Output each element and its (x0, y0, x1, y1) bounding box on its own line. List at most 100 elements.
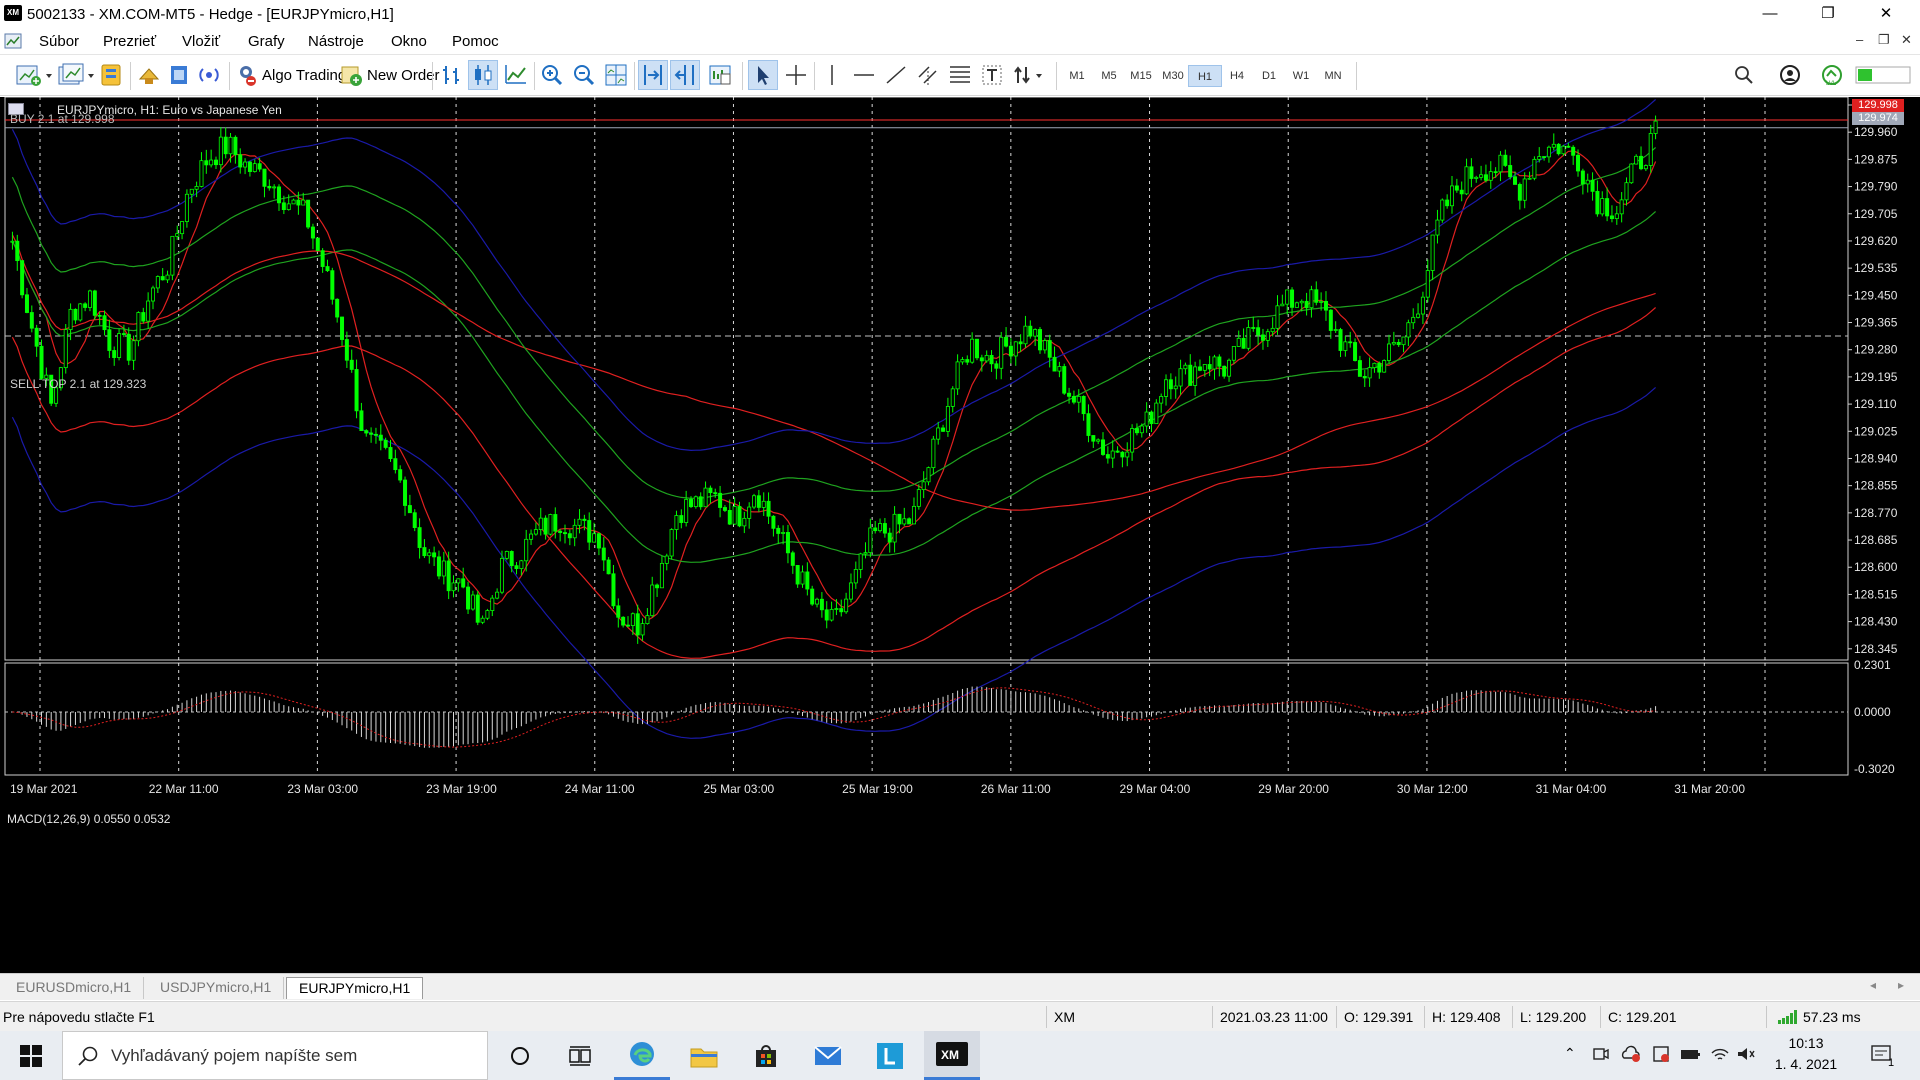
bar-chart-icon[interactable] (438, 60, 466, 90)
tab-eurusdmicro[interactable]: EURUSDmicro,H1 (4, 977, 145, 999)
candle-body (1008, 345, 1013, 357)
profiles-icon[interactable] (56, 60, 98, 90)
candle-body (1202, 364, 1207, 371)
task-view-icon[interactable] (552, 1031, 608, 1080)
taskbar-search-box[interactable]: Vyhľadávaný pojem napíšte sem (62, 1031, 488, 1080)
vps-icon[interactable]: LVL (1818, 60, 1846, 90)
candle-body (436, 556, 441, 577)
chart-shift-icon[interactable] (670, 60, 700, 90)
candle-body (209, 159, 214, 166)
zoom-in-icon[interactable] (538, 60, 566, 90)
chart-area[interactable]: 130.045129.960129.875129.790129.705129.6… (0, 97, 1920, 973)
candle-body (1614, 213, 1619, 220)
autoscroll-icon[interactable] (638, 60, 668, 90)
timeframe-m15[interactable]: M15 (1124, 65, 1158, 87)
cortana-icon[interactable] (492, 1031, 548, 1080)
candle-body (1028, 325, 1033, 337)
navigator-icon[interactable] (165, 60, 193, 90)
close-button[interactable]: ✕ (1858, 0, 1914, 28)
equidistant-channel-icon[interactable] (914, 60, 942, 90)
horizontal-line-icon[interactable] (850, 60, 878, 90)
candle-body (301, 199, 306, 206)
onedrive-error-icon[interactable] (1620, 1045, 1642, 1066)
mail-icon[interactable] (800, 1031, 856, 1080)
line-chart-icon[interactable] (502, 60, 530, 90)
clock-time[interactable]: 10:13 (1778, 1035, 1834, 1051)
battery-icon[interactable] (1680, 1045, 1702, 1066)
candle-body (204, 160, 209, 166)
candle-body (727, 510, 732, 525)
windows-start-icon[interactable] (3, 1031, 59, 1080)
menu-subor[interactable]: Súbor (39, 33, 79, 50)
show-hidden-icons-icon[interactable]: ⌃ (1564, 1045, 1576, 1062)
clock-date[interactable]: 1. 4. 2021 (1774, 1056, 1838, 1072)
market-watch-icon[interactable] (98, 60, 126, 90)
account-icon[interactable] (1776, 60, 1804, 90)
fibonacci-icon[interactable] (946, 60, 974, 90)
tab-scroll-right-icon[interactable]: ▸ (1898, 978, 1904, 992)
candle-body (1386, 343, 1391, 361)
candle-body (218, 136, 223, 166)
candle-body (15, 240, 20, 261)
menu-pomoc[interactable]: Pomoc (452, 33, 499, 50)
candle-body (655, 584, 660, 589)
meet-now-icon[interactable] (1592, 1045, 1610, 1066)
l-app-icon[interactable] (862, 1031, 918, 1080)
tester-icon[interactable] (135, 60, 163, 90)
arrows-icon[interactable] (1010, 60, 1050, 90)
xm-app-icon[interactable]: XM (924, 1031, 980, 1080)
timeframe-m1[interactable]: M1 (1060, 65, 1094, 87)
candlestick-chart-icon[interactable] (468, 60, 498, 90)
signals-icon[interactable] (195, 60, 223, 90)
timeframe-m30[interactable]: M30 (1156, 65, 1190, 87)
wifi-icon[interactable] (1710, 1045, 1730, 1066)
timeframe-d1[interactable]: D1 (1252, 65, 1286, 87)
candle-body (165, 274, 170, 281)
candle-body (39, 345, 44, 379)
candle-body (713, 492, 718, 495)
menu-nastroje[interactable]: Nástroje (308, 33, 364, 50)
cursor-icon[interactable] (748, 60, 778, 90)
menu-okno[interactable]: Okno (391, 33, 427, 50)
tile-windows-icon[interactable] (602, 60, 630, 90)
menu-vlozit[interactable]: Vložiť (182, 33, 220, 50)
menu-prezriet[interactable]: Prezrieť (103, 33, 156, 50)
trendline-icon[interactable] (882, 60, 910, 90)
timeframe-w1[interactable]: W1 (1284, 65, 1318, 87)
timeframe-m5[interactable]: M5 (1092, 65, 1126, 87)
search-icon[interactable] (1730, 60, 1758, 90)
candle-body (78, 303, 83, 321)
candle-body (790, 552, 795, 566)
file-explorer-icon[interactable] (676, 1031, 732, 1080)
defender-icon[interactable] (1652, 1045, 1670, 1066)
timeframe-h4[interactable]: H4 (1220, 65, 1254, 87)
crosshair-icon[interactable] (782, 60, 810, 90)
algo-trading-button[interactable]: Algo Trading (234, 60, 346, 90)
store-icon[interactable] (738, 1031, 794, 1080)
tab-usdjpymicro[interactable]: USDJPYmicro,H1 (148, 977, 285, 999)
mdi-restore-button[interactable]: ❐ (1878, 32, 1890, 48)
minimize-button[interactable]: — (1742, 0, 1798, 28)
zoom-out-icon[interactable] (570, 60, 598, 90)
mdi-minimize-button[interactable]: – (1856, 32, 1863, 47)
text-icon[interactable] (978, 60, 1006, 90)
restore-button[interactable]: ❐ (1800, 0, 1856, 28)
mdi-close-button[interactable]: ✕ (1901, 32, 1912, 48)
chart-canvas[interactable]: 130.045129.960129.875129.790129.705129.6… (0, 97, 1920, 973)
candle-body (1445, 199, 1450, 207)
templates-icon[interactable] (706, 60, 734, 90)
tab-scroll-left-icon[interactable]: ◂ (1870, 978, 1876, 992)
menu-grafy[interactable]: Grafy (248, 33, 285, 50)
new-order-button[interactable]: New Order (339, 60, 440, 90)
tab-eurjpymicro[interactable]: EURJPYmicro,H1 (286, 977, 424, 999)
timeframe-mn[interactable]: MN (1316, 65, 1350, 87)
timeframe-h1[interactable]: H1 (1188, 65, 1222, 87)
candle-body (621, 616, 626, 626)
chart-window-icon[interactable] (4, 32, 22, 50)
new-chart-icon[interactable] (14, 60, 56, 90)
volume-icon[interactable] (1736, 1045, 1756, 1066)
candle-body (650, 584, 655, 617)
vertical-line-icon[interactable] (818, 60, 846, 90)
candle-body (272, 186, 277, 189)
edge-icon[interactable] (614, 1031, 670, 1080)
